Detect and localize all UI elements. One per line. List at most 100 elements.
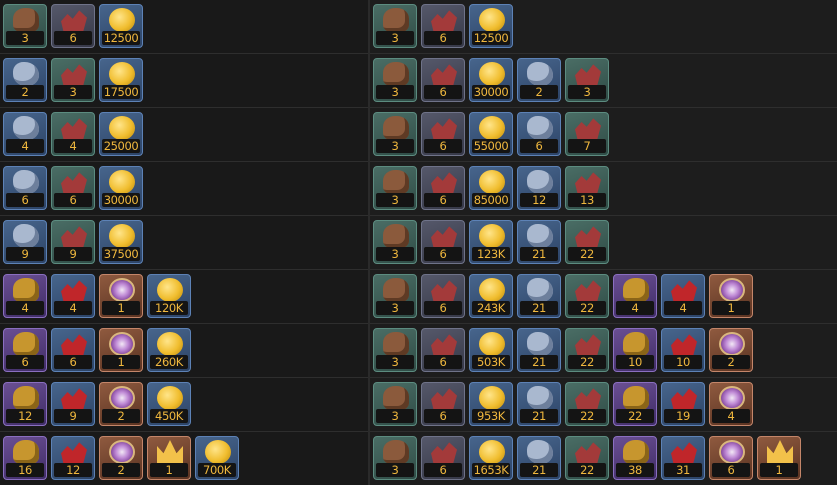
resource-tile[interactable]: 4	[613, 274, 657, 318]
resource-tile[interactable]: 120K	[147, 274, 191, 318]
resource-tile[interactable]: 6	[421, 166, 465, 210]
gold-coin-icon	[109, 224, 135, 248]
resource-tile[interactable]: 12500	[99, 4, 143, 48]
gold-coin-icon	[479, 116, 505, 140]
resource-tile[interactable]: 953K	[469, 382, 513, 426]
resource-tile[interactable]: 3	[373, 274, 417, 318]
resource-tile[interactable]: 3	[373, 112, 417, 156]
resource-tile[interactable]: 6	[421, 382, 465, 426]
resource-tile[interactable]: 6	[51, 166, 95, 210]
resource-tile[interactable]: 2	[99, 436, 143, 480]
resource-tile[interactable]: 10	[661, 328, 705, 372]
resource-tile[interactable]: 6	[421, 328, 465, 372]
resource-tile[interactable]: 22	[565, 220, 609, 264]
resource-quantity: 3	[376, 409, 414, 423]
resource-tile[interactable]: 12	[3, 382, 47, 426]
resource-tile[interactable]: 4	[3, 274, 47, 318]
resource-tile[interactable]: 2	[99, 382, 143, 426]
resource-tile[interactable]: 6	[3, 166, 47, 210]
resource-list: 3 6 503K 21 22 10 10 2	[373, 328, 753, 372]
resource-tile[interactable]: 3	[565, 58, 609, 102]
resource-tile[interactable]: 700K	[195, 436, 239, 480]
resource-tile[interactable]: 1653K	[469, 436, 513, 480]
resource-tile[interactable]: 22	[613, 382, 657, 426]
resource-tile[interactable]: 9	[51, 382, 95, 426]
resource-tile[interactable]: 3	[373, 4, 417, 48]
resource-tile[interactable]: 1	[709, 274, 753, 318]
resource-tile[interactable]: 450K	[147, 382, 191, 426]
resource-tile[interactable]: 3	[373, 328, 417, 372]
red-hide-icon	[575, 226, 601, 248]
resource-tile[interactable]: 22	[565, 274, 609, 318]
resource-tile[interactable]: 22	[565, 328, 609, 372]
resource-tile[interactable]: 7	[565, 112, 609, 156]
resource-tile[interactable]: 3	[373, 382, 417, 426]
resource-tile[interactable]: 2	[709, 328, 753, 372]
resource-tile[interactable]: 260K	[147, 328, 191, 372]
resource-tile[interactable]: 243K	[469, 274, 513, 318]
resource-tile[interactable]: 85000	[469, 166, 513, 210]
cost-row: 16 12 2 1 700K 3 6 1653K 21 22 38 31 6 1	[0, 432, 837, 485]
resource-tile[interactable]: 6	[421, 112, 465, 156]
resource-tile[interactable]: 10	[613, 328, 657, 372]
resource-tile[interactable]: 1	[147, 436, 191, 480]
resource-tile[interactable]: 6	[51, 328, 95, 372]
resource-tile[interactable]: 3	[373, 58, 417, 102]
resource-tile[interactable]: 31	[661, 436, 705, 480]
resource-tile[interactable]: 16	[3, 436, 47, 480]
resource-tile[interactable]: 12500	[469, 4, 513, 48]
resource-tile[interactable]: 4	[661, 274, 705, 318]
resource-tile[interactable]: 6	[709, 436, 753, 480]
resource-tile[interactable]: 22	[565, 436, 609, 480]
resource-tile[interactable]: 9	[3, 220, 47, 264]
resource-tile[interactable]: 3	[3, 4, 47, 48]
resource-tile[interactable]: 21	[517, 436, 561, 480]
resource-tile[interactable]: 4	[709, 382, 753, 426]
resource-tile[interactable]: 21	[517, 220, 561, 264]
resource-tile[interactable]: 6	[421, 274, 465, 318]
resource-tile[interactable]: 1	[757, 436, 801, 480]
resource-tile[interactable]: 55000	[469, 112, 513, 156]
resource-tile[interactable]: 21	[517, 274, 561, 318]
resource-tile[interactable]: 37500	[99, 220, 143, 264]
resource-tile[interactable]: 30000	[469, 58, 513, 102]
resource-tile[interactable]: 503K	[469, 328, 513, 372]
resource-tile[interactable]: 13	[565, 166, 609, 210]
resource-tile[interactable]: 6	[421, 4, 465, 48]
resource-tile[interactable]: 6	[421, 58, 465, 102]
cumulative-cost-cell: 3 6 12500	[370, 0, 837, 53]
resource-tile[interactable]: 9	[51, 220, 95, 264]
resource-tile[interactable]: 17500	[99, 58, 143, 102]
resource-tile[interactable]: 1	[99, 328, 143, 372]
resource-quantity: 3	[376, 31, 414, 45]
resource-tile[interactable]: 6	[3, 328, 47, 372]
resource-tile[interactable]: 3	[373, 220, 417, 264]
resource-tile[interactable]: 4	[51, 112, 95, 156]
resource-tile[interactable]: 38	[613, 436, 657, 480]
resource-tile[interactable]: 3	[373, 436, 417, 480]
resource-tile[interactable]: 30000	[99, 166, 143, 210]
resource-tile[interactable]: 6	[51, 4, 95, 48]
resource-tile[interactable]: 19	[661, 382, 705, 426]
resource-tile[interactable]: 25000	[99, 112, 143, 156]
resource-tile[interactable]: 6	[517, 112, 561, 156]
resource-tile[interactable]: 6	[421, 436, 465, 480]
resource-tile[interactable]: 12	[51, 436, 95, 480]
resource-tile[interactable]: 2	[3, 58, 47, 102]
resource-tile[interactable]: 3	[373, 166, 417, 210]
resource-tile[interactable]: 12	[517, 166, 561, 210]
resource-quantity: 3	[376, 139, 414, 153]
resource-quantity: 1	[150, 463, 188, 477]
resource-tile[interactable]: 21	[517, 328, 561, 372]
resource-tile[interactable]: 3	[51, 58, 95, 102]
resource-tile[interactable]: 1	[99, 274, 143, 318]
resource-tile[interactable]: 22	[565, 382, 609, 426]
resource-tile[interactable]: 21	[517, 382, 561, 426]
resource-tile[interactable]: 2	[517, 58, 561, 102]
resource-tile[interactable]: 123K	[469, 220, 513, 264]
resource-tile[interactable]: 6	[421, 220, 465, 264]
cost-row: 6 6 30000 3 6 85000 12 13	[0, 162, 837, 216]
resource-tile[interactable]: 4	[3, 112, 47, 156]
purple-orb-icon	[719, 332, 745, 356]
resource-tile[interactable]: 4	[51, 274, 95, 318]
